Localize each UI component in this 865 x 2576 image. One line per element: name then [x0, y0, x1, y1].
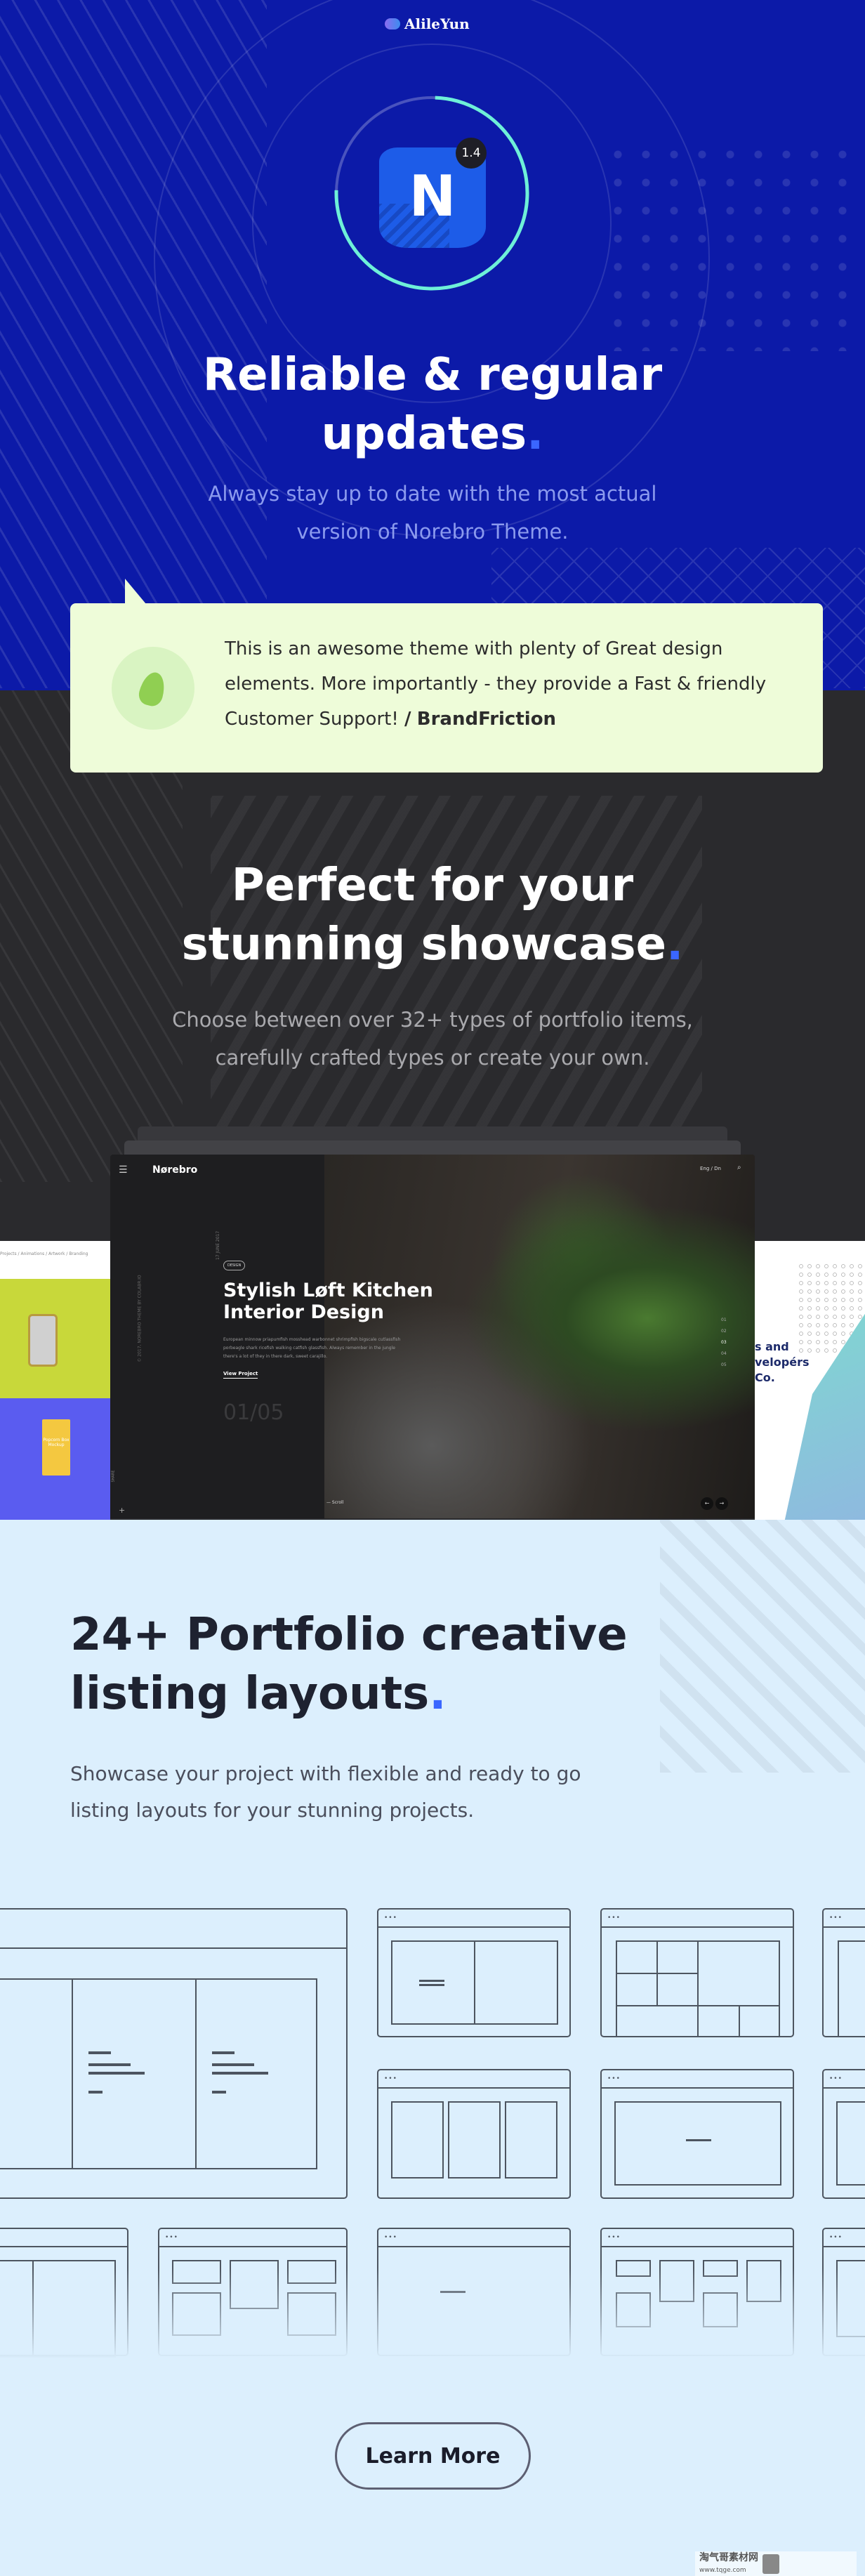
glasses-logo-icon [762, 2554, 779, 2574]
slide-counter: 01/05 [223, 1400, 284, 1425]
slide-pager[interactable]: 01 02 03 04 05 [721, 1315, 727, 1371]
theme-mockup-window: ☰ Nørebro Eng / Dn ⌕ © 2017, NOREBRO THE… [110, 1155, 755, 1518]
layout-thumbnail[interactable]: ••• [822, 1908, 865, 2037]
search-icon[interactable]: ⌕ [737, 1164, 741, 1171]
showcase-section: Perfect for your stunning showcase. Choos… [0, 690, 865, 1520]
updates-title: Reliable & regular updates. [202, 349, 663, 460]
right-preview-panel: s and velopérs Co. [755, 1241, 865, 1520]
layout-thumbnail[interactable]: ••• [822, 2069, 865, 2199]
left-preview-panel: Projects / Animations / Artwork / Brandi… [0, 1241, 110, 1520]
share-plus-icon[interactable]: + [119, 1506, 125, 1515]
layouts-title: 24+ Portfolio creative listing layouts. [70, 1609, 628, 1720]
scroll-indicator[interactable]: — Scroll [326, 1500, 343, 1505]
envato-leaf-icon [112, 647, 194, 730]
layout-thumbnail[interactable]: ••• [377, 1908, 571, 2037]
watermark-logo: AlileYun [385, 13, 483, 35]
menu-icon[interactable]: ☰ [119, 1164, 128, 1176]
version-badge: 1.4 [456, 138, 487, 169]
mockup-brand: Nørebro [152, 1164, 198, 1176]
learn-more-button[interactable]: Learn More [335, 2422, 531, 2490]
layout-thumbnail[interactable]: ••• [600, 2069, 794, 2199]
background-pattern [660, 1520, 865, 1773]
testimonial-card: This is an awesome theme with plenty of … [70, 579, 823, 773]
view-project-link[interactable]: View Project [223, 1371, 258, 1379]
testimonial-author: BrandFriction [416, 709, 557, 730]
popcorn-thumbnail: Popcorn Box Mockup [0, 1398, 110, 1520]
category-tag[interactable]: DESIGN [223, 1261, 246, 1270]
showcase-title: Perfect for your stunning showcase. [181, 860, 684, 971]
showcase-subtitle: Choose between over 32+ types of portfol… [172, 1008, 693, 1070]
layouts-subtitle: Showcase your project with flexible and … [70, 1762, 581, 1822]
watermark-badge: 淘气哥素材网 www.tqge.com [695, 2551, 857, 2576]
layout-thumbnail[interactable]: ••• [377, 2069, 571, 2199]
slide-title: Stylish Løft Kitchen Interior Design [223, 1280, 433, 1323]
layout-thumbnail[interactable]: ••• [600, 1908, 794, 2037]
fade-overlay [0, 2268, 865, 2360]
radio-thumbnail [0, 1279, 110, 1398]
prev-arrow-icon[interactable]: ← [701, 1497, 713, 1510]
layout-thumbnail[interactable] [0, 1908, 348, 2199]
language-switch[interactable]: Eng / Dn [700, 1166, 721, 1171]
cloud-icon [385, 18, 400, 29]
testimonial-text: This is an awesome theme with plenty of … [225, 638, 767, 730]
updates-subtitle: Always stay up to date with the most act… [208, 482, 657, 544]
next-arrow-icon[interactable]: → [715, 1497, 728, 1510]
